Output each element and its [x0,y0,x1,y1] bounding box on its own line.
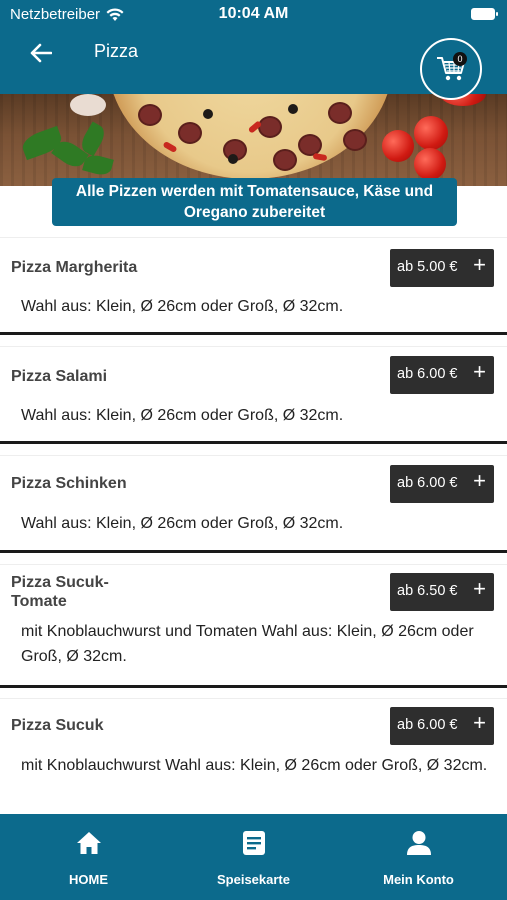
item-description: Wahl aus: Klein, Ø 26cm oder Groß, Ø 32c… [21,515,344,532]
plus-icon: + [473,576,486,601]
nav-bar: Pizza 0 [0,28,507,100]
tab-mein-konto-label: Mein Konto [383,872,454,887]
battery-icon [471,8,498,20]
garlic-decoration [70,94,106,116]
arrow-left-icon [30,43,52,63]
add-to-cart-button[interactable]: ab 6.50 € + [390,573,494,611]
menu-card-icon [242,831,265,855]
app-header: Netzbetreiber 10:04 AM Pizza 0 [0,0,507,100]
item-name: Pizza Margherita [11,259,138,276]
item-description: mit Knoblauchwurst und Tomaten Wahl aus:… [21,623,474,665]
tomato-decoration [414,116,448,150]
plus-icon: + [473,710,486,735]
plus-icon: + [473,252,486,277]
menu-item[interactable]: Pizza Salami ab 6.00 € + Wahl aus: Klein… [0,346,507,444]
menu-item[interactable]: Pizza Schinken ab 6.00 € + Wahl aus: Kle… [0,455,507,553]
bottom-tab-bar: HOME Speisekarte Mein Konto [0,814,507,900]
item-description: mit Knoblauchwurst Wahl aus: Klein, Ø 26… [21,757,488,774]
status-time: 10:04 AM [218,5,289,22]
menu-item[interactable]: Pizza Sucuk- Tomate ab 6.50 € + mit Knob… [0,564,507,688]
item-name-line2: Tomate [11,593,67,610]
page-title: Pizza [94,41,139,61]
add-to-cart-button[interactable]: ab 6.00 € + [390,356,494,394]
home-icon [76,832,101,854]
tab-home-label: HOME [69,872,108,887]
item-price: ab 6.00 € [397,366,458,382]
item-price: ab 6.50 € [397,583,458,599]
cart-button[interactable]: 0 [420,38,482,100]
tab-speisekarte[interactable]: Speisekarte [169,814,338,900]
item-name-line1: Pizza Sucuk- [11,574,109,591]
item-name: Pizza Sucuk [11,717,104,734]
item-name: Pizza Salami [11,368,108,385]
item-description: Wahl aus: Klein, Ø 26cm oder Groß, Ø 32c… [21,407,344,424]
menu-item[interactable]: Pizza Margherita ab 5.00 € + Wahl aus: K… [0,237,507,335]
item-name: Pizza Sucuk- Tomate [11,573,109,611]
plus-icon: + [473,359,486,384]
item-description: Wahl aus: Klein, Ø 26cm oder Groß, Ø 32c… [21,298,344,315]
tomato-decoration [382,130,414,162]
info-banner-line1: Alle Pizzen werden mit Tomatensauce, Käs… [75,183,434,200]
plus-icon: + [473,468,486,493]
add-to-cart-button[interactable]: ab 6.00 € + [390,707,494,745]
tab-mein-konto[interactable]: Mein Konto [334,814,503,900]
add-to-cart-button[interactable]: ab 5.00 € + [390,249,494,287]
user-icon [406,831,431,855]
info-banner-line2: Oregano zubereitet [183,204,326,221]
tab-home[interactable]: HOME [4,814,173,900]
hero-pizza-image [0,94,507,186]
item-price: ab 6.00 € [397,717,458,733]
item-name: Pizza Schinken [11,475,127,492]
menu-item[interactable]: Pizza Sucuk ab 6.00 € + mit Knoblauchwur… [0,698,507,818]
cart-count-badge: 0 [453,52,467,66]
add-to-cart-button[interactable]: ab 6.00 € + [390,465,494,503]
tomato-decoration [414,148,446,180]
tab-speisekarte-label: Speisekarte [217,872,290,887]
item-price: ab 5.00 € [397,259,458,275]
item-price: ab 6.00 € [397,475,458,491]
back-button[interactable] [26,38,56,68]
status-bar: Netzbetreiber 10:04 AM [0,0,507,28]
info-banner: Alle Pizzen werden mit Tomatensauce, Käs… [52,178,457,226]
